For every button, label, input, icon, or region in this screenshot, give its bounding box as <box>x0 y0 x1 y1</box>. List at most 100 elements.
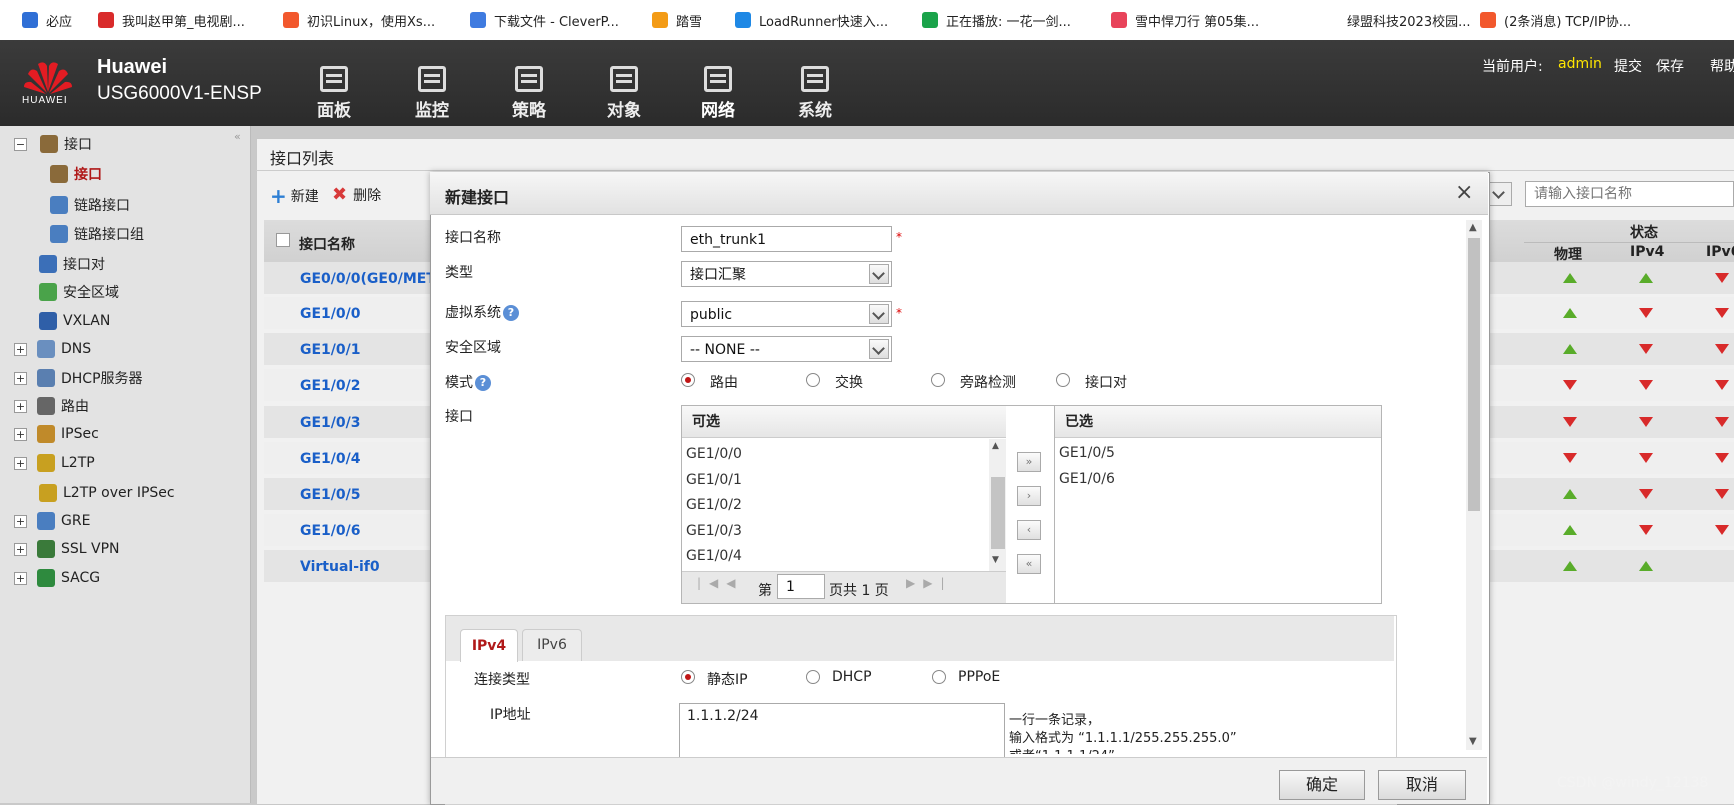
sidebar-item[interactable]: 安全区域 <box>39 280 119 304</box>
interface-name-link[interactable]: GE1/0/0 <box>300 306 361 322</box>
bookmark-item[interactable]: 雪中悍刀行 第05集... <box>1111 10 1259 30</box>
collapse-sidebar-icon[interactable]: « <box>234 130 241 143</box>
scroll-down-icon[interactable]: ▼ <box>1469 736 1477 747</box>
sidebar-item[interactable]: + L2TP <box>14 451 95 475</box>
connection-type-radio[interactable] <box>806 670 820 684</box>
connection-type-radio[interactable] <box>932 670 946 684</box>
interface-name-link[interactable]: GE1/0/3 <box>300 415 361 431</box>
add-all-button[interactable]: » <box>1017 452 1041 472</box>
select-all-checkbox[interactable] <box>276 233 290 247</box>
dialog-scrollbar-thumb[interactable] <box>1468 238 1480 511</box>
help-icon[interactable]: ? <box>503 305 519 321</box>
type-select[interactable]: 接口汇聚 <box>681 261 892 287</box>
tab-ipv6[interactable]: IPv6 <box>522 629 582 661</box>
interface-name-link[interactable]: GE1/0/6 <box>300 523 361 539</box>
selected-item[interactable]: GE1/0/6 <box>1059 471 1115 487</box>
available-scrollbar-thumb[interactable] <box>991 477 1005 549</box>
bookmark-item[interactable]: LoadRunner快速入... <box>735 10 888 30</box>
expand-icon[interactable]: + <box>14 342 27 356</box>
nav-network[interactable]: 网络 <box>683 58 753 122</box>
delete-button[interactable]: ✖ 删除 <box>332 184 381 205</box>
mode-radio[interactable] <box>1056 373 1070 387</box>
expand-icon[interactable]: + <box>14 542 27 556</box>
close-icon[interactable]: × <box>1455 180 1473 205</box>
chevron-down-icon[interactable] <box>869 264 889 284</box>
available-scrollbar[interactable]: ▲ ▼ <box>989 439 1007 571</box>
bookmark-item[interactable]: 初识Linux，使用Xs... <box>283 10 435 30</box>
page-input[interactable]: 1 <box>777 574 825 599</box>
scroll-down-icon[interactable]: ▼ <box>992 555 999 565</box>
expand-icon[interactable]: + <box>14 571 27 585</box>
available-item[interactable]: GE1/0/2 <box>686 497 742 513</box>
available-item[interactable]: GE1/0/0 <box>686 446 742 462</box>
connection-type-radio[interactable] <box>681 670 695 684</box>
interface-name-link[interactable]: GE1/0/5 <box>300 487 361 503</box>
sidebar-item[interactable]: + SACG <box>14 566 100 590</box>
remove-all-button[interactable]: « <box>1017 554 1041 574</box>
bookmark-item[interactable]: 必应 <box>22 10 72 30</box>
cancel-button[interactable]: 取消 <box>1378 770 1466 800</box>
sidebar-item[interactable]: − 接口 <box>14 132 92 156</box>
chevron-down-icon[interactable] <box>869 339 889 359</box>
filter-dropdown-button[interactable] <box>1488 182 1512 206</box>
available-item[interactable]: GE1/0/3 <box>686 523 742 539</box>
sidebar-item[interactable]: VXLAN <box>39 309 110 333</box>
available-item[interactable]: GE1/0/4 <box>686 548 742 564</box>
expand-icon[interactable]: + <box>14 427 27 441</box>
mode-radio[interactable] <box>931 373 945 387</box>
nav-policy[interactable]: 策略 <box>494 58 564 122</box>
vsys-select[interactable]: public <box>681 301 892 327</box>
chevron-down-icon[interactable] <box>869 304 889 324</box>
remove-button[interactable]: ‹ <box>1017 520 1041 540</box>
mode-radio[interactable] <box>681 373 695 387</box>
interface-name-input[interactable]: eth_trunk1 <box>681 226 892 252</box>
sidebar-item[interactable]: 接口 <box>50 162 102 186</box>
new-button[interactable]: + 新建 <box>270 184 319 208</box>
interface-name-link[interactable]: GE1/0/4 <box>300 451 361 467</box>
expand-icon[interactable]: + <box>14 371 27 385</box>
bookmark-item[interactable]: 我叫赵甲第_电视剧... <box>98 10 245 30</box>
pager-next-last-icon[interactable]: ▶▶| <box>906 576 953 590</box>
bookmark-item[interactable]: 下载文件 - CleverP... <box>470 10 619 30</box>
expand-icon[interactable]: + <box>14 514 27 528</box>
nav-object[interactable]: 对象 <box>589 58 659 122</box>
scroll-up-icon[interactable]: ▲ <box>1469 222 1477 233</box>
available-item[interactable]: GE1/0/1 <box>686 472 742 488</box>
nav-system[interactable]: 系统 <box>780 58 850 122</box>
bookmark-item[interactable]: (2条消息) TCP/IP协... <box>1480 10 1631 30</box>
sidebar-item[interactable]: + GRE <box>14 509 90 533</box>
bookmark-item[interactable]: 踏雪 <box>652 10 702 30</box>
pager-first-prev-icon[interactable]: |◀◀ <box>697 576 744 590</box>
expand-icon[interactable]: + <box>14 399 27 413</box>
bookmark-item[interactable]: 绿盟科技2023校园... <box>1323 10 1470 30</box>
sidebar-item[interactable]: 链路接口 <box>50 193 130 217</box>
submit-link[interactable]: 提交 <box>1614 56 1642 76</box>
sidebar-item[interactable]: + SSL VPN <box>14 537 120 561</box>
collapse-icon[interactable]: − <box>14 137 27 151</box>
nav-dashboard[interactable]: 面板 <box>299 58 369 122</box>
interface-name-link[interactable]: GE1/0/2 <box>300 378 361 394</box>
sidebar-item[interactable]: L2TP over IPSec <box>39 481 175 505</box>
scroll-up-icon[interactable]: ▲ <box>992 441 999 451</box>
sidebar-item[interactable]: + IPSec <box>14 422 99 446</box>
tab-ipv4[interactable]: IPv4 <box>460 629 518 662</box>
bookmark-item[interactable]: 正在播放: 一花一剑... <box>922 10 1071 30</box>
add-button[interactable]: › <box>1017 486 1041 506</box>
save-link[interactable]: 保存 <box>1656 56 1684 76</box>
ok-button[interactable]: 确定 <box>1279 770 1365 800</box>
interface-name-link[interactable]: GE1/0/1 <box>300 342 361 358</box>
mode-radio[interactable] <box>806 373 820 387</box>
sidebar-item[interactable]: 链路接口组 <box>50 222 144 246</box>
selected-item[interactable]: GE1/0/5 <box>1059 445 1115 461</box>
sidebar-item[interactable]: + 路由 <box>14 394 89 418</box>
help-icon[interactable]: ? <box>475 375 491 391</box>
help-link[interactable]: 帮助 <box>1710 56 1734 76</box>
expand-icon[interactable]: + <box>14 456 27 470</box>
sidebar-item[interactable]: + DNS <box>14 337 91 361</box>
sidebar-item[interactable]: 接口对 <box>39 252 105 276</box>
security-zone-select[interactable]: -- NONE -- <box>681 336 892 362</box>
sidebar-item[interactable]: + DHCP服务器 <box>14 366 143 390</box>
interface-name-link[interactable]: Virtual-if0 <box>300 559 380 575</box>
nav-monitor[interactable]: 监控 <box>397 58 467 122</box>
interface-search-input[interactable] <box>1525 181 1734 207</box>
